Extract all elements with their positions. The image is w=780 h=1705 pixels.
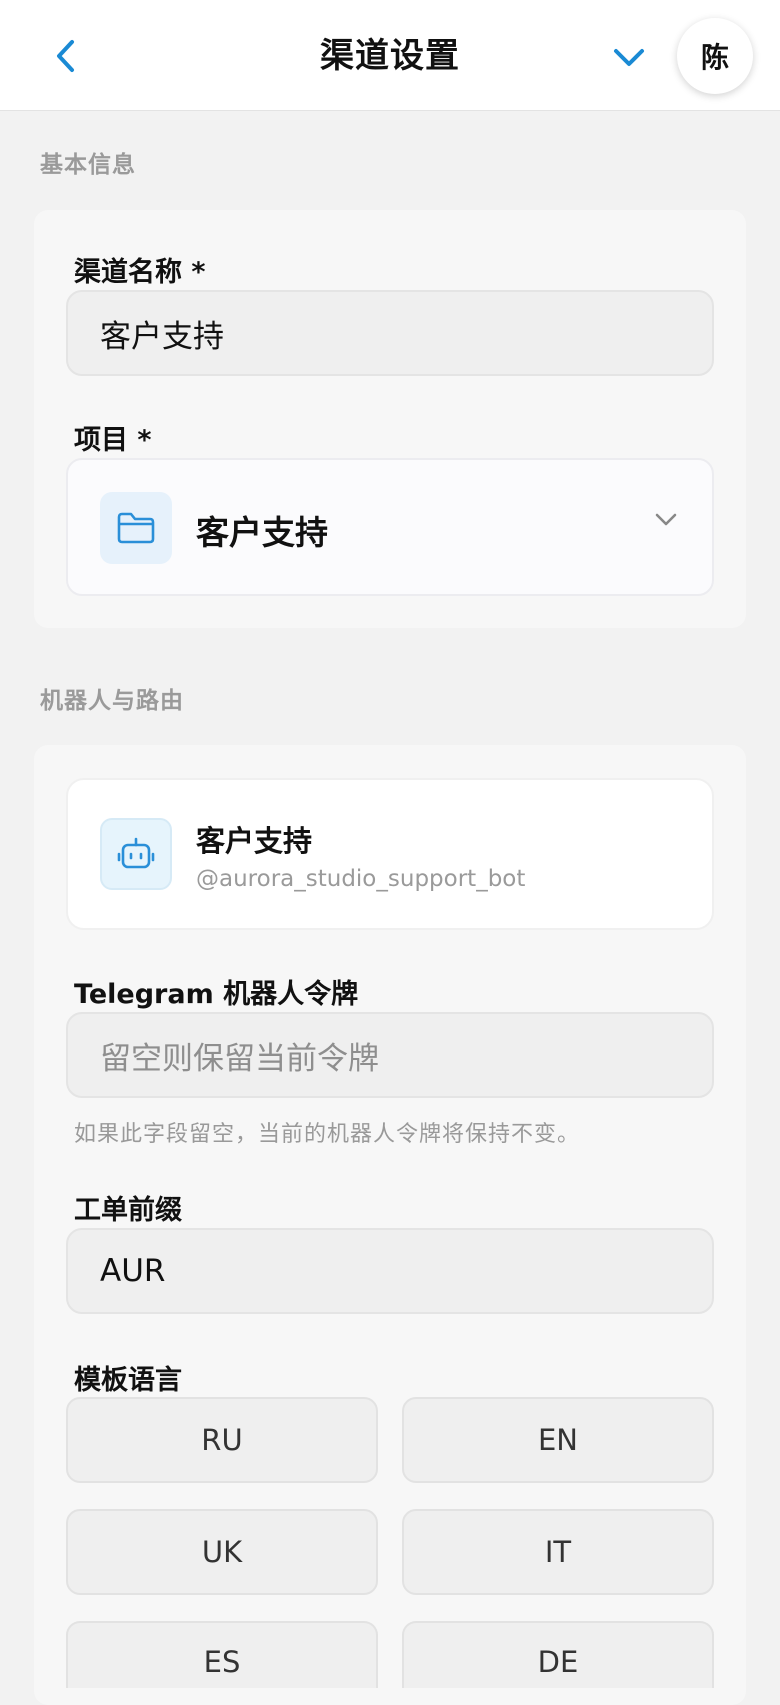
token-hint: 如果此字段留空，当前的机器人令牌将保持不变。 bbox=[74, 1122, 581, 1147]
channel-name-label: 渠道名称 * bbox=[74, 257, 206, 288]
channel-name-input[interactable]: 客户支持 bbox=[66, 290, 714, 376]
avatar[interactable]: 陈 bbox=[677, 18, 753, 94]
bot-handle: @aurora_studio_support_bot bbox=[196, 866, 526, 892]
project-label: 项目 * bbox=[74, 425, 152, 456]
language-option-en[interactable]: EN bbox=[402, 1397, 714, 1483]
select-chevron bbox=[654, 512, 678, 532]
section-label-basic-info: 基本信息 bbox=[40, 152, 136, 178]
bot-info-card: 客户支持 @aurora_studio_support_bot bbox=[66, 778, 714, 930]
language-option-it[interactable]: IT bbox=[402, 1509, 714, 1595]
folder-icon-tile bbox=[100, 492, 172, 564]
language-option-ru[interactable]: RU bbox=[66, 1397, 378, 1483]
language-option-uk[interactable]: UK bbox=[66, 1509, 378, 1595]
page-title: 渠道设置 bbox=[320, 36, 460, 76]
project-select-value: 客户支持 bbox=[196, 513, 328, 552]
project-select[interactable]: 客户支持 bbox=[66, 458, 714, 596]
ticket-prefix-label: 工单前缀 bbox=[74, 1195, 182, 1226]
top-bar: 渠道设置 陈 bbox=[0, 0, 780, 111]
robot-icon bbox=[117, 837, 155, 869]
section-label-bot-routing: 机器人与路由 bbox=[40, 688, 184, 714]
template-language-label: 模板语言 bbox=[74, 1365, 182, 1396]
ticket-prefix-input[interactable]: AUR bbox=[66, 1228, 714, 1314]
language-option-de[interactable]: DE bbox=[402, 1621, 714, 1688]
chevron-down-icon bbox=[655, 513, 677, 526]
token-input[interactable]: 留空则保留当前令牌 bbox=[66, 1012, 714, 1098]
collapse-button[interactable] bbox=[604, 32, 654, 82]
chevron-down-icon bbox=[614, 49, 644, 66]
token-label: Telegram 机器人令牌 bbox=[74, 979, 359, 1010]
language-option-es[interactable]: ES bbox=[66, 1621, 378, 1688]
bot-name: 客户支持 bbox=[196, 824, 313, 858]
bot-icon-tile bbox=[100, 818, 172, 890]
folder-icon bbox=[117, 512, 155, 544]
